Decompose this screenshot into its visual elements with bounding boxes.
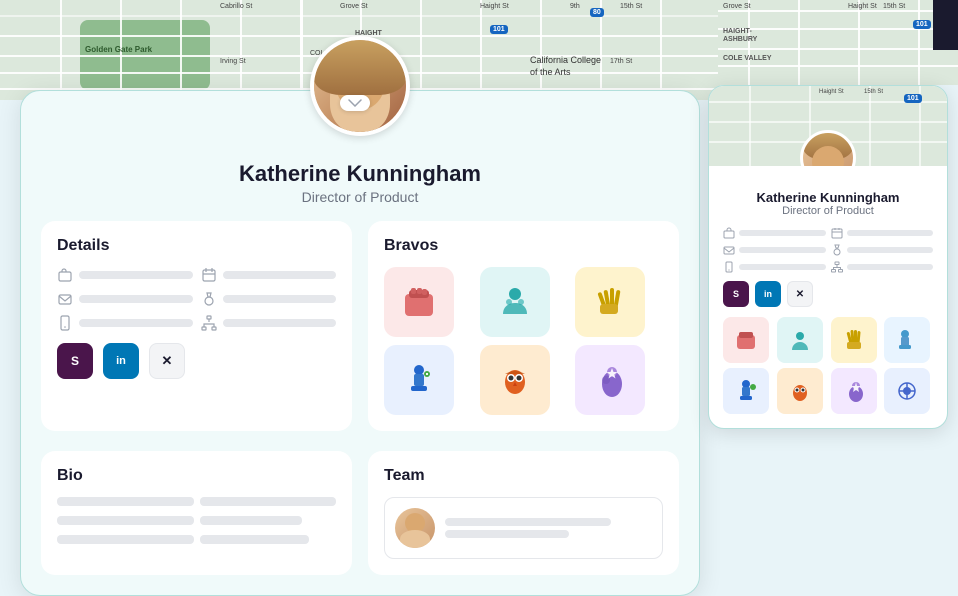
road-v4 [240, 0, 242, 100]
scroll-indicator [340, 95, 370, 111]
road-v1 [60, 0, 62, 100]
bio-title: Bio [57, 467, 336, 485]
popup-label-15th: 15th St [864, 89, 883, 95]
linkedin-button[interactable]: in [103, 343, 139, 379]
bravo-star[interactable] [575, 345, 645, 415]
popup-card: 101 Haight St 15th St Katherine Kunningh… [708, 85, 948, 429]
bravo-teamwork[interactable] [480, 267, 550, 337]
bravo-chess[interactable] [384, 345, 454, 415]
map-label-haight-r: Haight St [848, 3, 877, 10]
bravo-owl[interactable] [480, 345, 550, 415]
bio-card: Bio [41, 451, 352, 575]
popup-calendar-icon [831, 227, 843, 239]
mail-icon [57, 291, 73, 307]
popup-org-icon [831, 261, 843, 273]
map-label-15th: 15th St [620, 3, 642, 10]
road-v11 [660, 0, 662, 100]
map-label-cabrillo: Cabrillo St [220, 3, 252, 10]
map-label-15th-r: 15th St [883, 3, 905, 10]
highway-101-badge: 101 [490, 25, 508, 34]
popup-name: Katherine Kunningham [723, 190, 933, 205]
california-college-label: California Collegeof the Arts [530, 55, 601, 78]
profile-title: Director of Product [41, 189, 679, 205]
popup-slack-button[interactable]: S [723, 281, 749, 307]
team-member-name-line [445, 518, 611, 526]
map-label-grove-r: Grove St [723, 3, 751, 10]
map-label-irving: Irving St [220, 58, 246, 65]
popup-map-bg: 101 Haight St 15th St [709, 86, 947, 166]
popup-bravo-3[interactable] [831, 317, 877, 363]
popup-twitter-button[interactable]: ✕ [787, 281, 813, 307]
profile-name: Katherine Kunningham [41, 161, 679, 187]
bio-line-6 [200, 535, 309, 544]
popup-phone-icon [723, 261, 735, 273]
map-label-haight-ash-r: HAIGHT-ASHBURY [723, 28, 757, 45]
details-card: Details [41, 221, 352, 431]
bio-line-5 [57, 535, 194, 544]
popup-bravo-8[interactable] [884, 368, 930, 414]
popup-highway-badge: 101 [904, 94, 922, 103]
twitter-button[interactable]: ✕ [149, 343, 185, 379]
bravos-title: Bravos [384, 237, 663, 255]
phone-icon [57, 315, 73, 331]
bravo-fist[interactable] [384, 267, 454, 337]
popup-bravo-4[interactable] [884, 317, 930, 363]
map-label-grove: Grove St [340, 3, 368, 10]
team-member-role-line [445, 530, 569, 538]
profile-name-title: Katherine Kunningham Director of Product [21, 161, 699, 205]
details-title: Details [57, 237, 336, 255]
popup-title: Director of Product [723, 205, 933, 217]
main-profile-card: Katherine Kunningham Director of Product… [20, 90, 700, 596]
right-map-area: Grove St 101 Haight St HAIGHT-ASHBURY CO… [718, 0, 958, 85]
bio-line-3 [57, 516, 194, 525]
park-label: Golden Gate Park [85, 45, 152, 54]
map-label-17th: 17th St [610, 58, 632, 65]
calendar-icon [201, 267, 217, 283]
road-v9 [540, 0, 542, 100]
popup-medal-icon [831, 244, 843, 256]
popup-bravo-5[interactable] [723, 368, 769, 414]
road-v3 [180, 0, 182, 100]
highway-80-badge: 80 [590, 8, 604, 17]
team-member-row [384, 497, 663, 559]
org-icon [201, 315, 217, 331]
popup-briefcase-icon [723, 227, 735, 239]
bio-line-4 [200, 516, 302, 525]
popup-bravo-6[interactable] [777, 368, 823, 414]
avatar [310, 36, 410, 136]
team-member-avatar [395, 508, 435, 548]
team-title: Team [384, 467, 663, 485]
popup-bravo-1[interactable] [723, 317, 769, 363]
profile-header [260, 36, 460, 136]
briefcase-icon [57, 267, 73, 283]
team-card: Team [368, 451, 679, 575]
popup-content: Katherine Kunningham Director of Product [709, 166, 947, 428]
popup-linkedin-button[interactable]: in [755, 281, 781, 307]
popup-mail-icon [723, 244, 735, 256]
popup-bravo-7[interactable] [831, 368, 877, 414]
map-label-cole-r: COLE VALLEY [723, 55, 771, 62]
bio-line-1 [57, 497, 194, 506]
medal-icon [201, 291, 217, 307]
map-label-haight-st: Haight St [480, 3, 509, 10]
popup-bravo-2[interactable] [777, 317, 823, 363]
popup-label-haight: Haight St [819, 89, 844, 95]
map-label-9th: 9th [570, 3, 580, 10]
bravo-hand[interactable] [575, 267, 645, 337]
dark-corner [933, 0, 958, 50]
highway-101-badge-r: 101 [913, 20, 931, 29]
road-v8 [480, 0, 482, 100]
bio-line-2 [200, 497, 337, 506]
slack-button[interactable]: S [57, 343, 93, 379]
bravos-card: Bravos [368, 221, 679, 431]
